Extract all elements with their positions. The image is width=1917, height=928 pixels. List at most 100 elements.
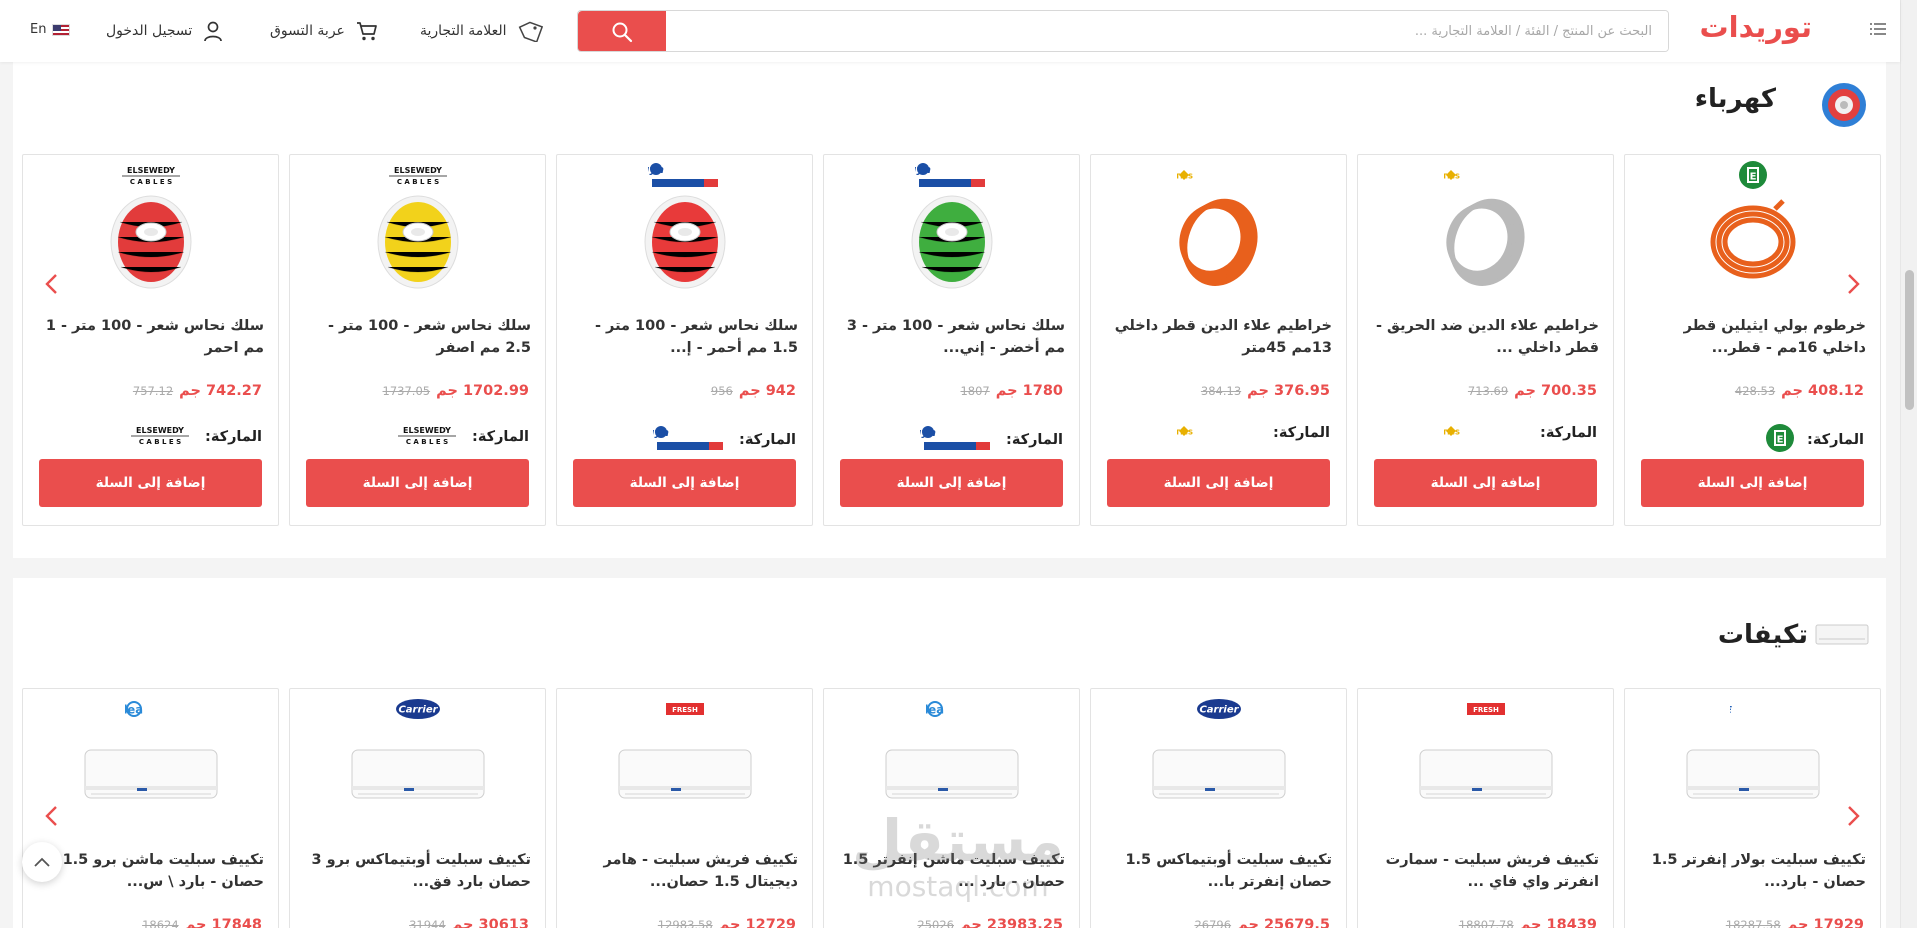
- svg-text:C A B L E S: C A B L E S: [139, 438, 181, 446]
- product-card[interactable]: Midea تكييف سبليت ماشن إنفرتر 1.5 حصان - …: [823, 688, 1080, 928]
- language-switcher[interactable]: En: [30, 22, 71, 37]
- brand-logo: GREE: [1625, 697, 1880, 721]
- product-image[interactable]: [557, 187, 812, 297]
- svg-text:C A B L E S: C A B L E S: [129, 178, 171, 186]
- product-image[interactable]: [824, 721, 1079, 831]
- brand-label: الماركة:: [739, 432, 796, 448]
- product-price: 23983.25 جم 25026: [917, 917, 1063, 928]
- product-name[interactable]: خراطيم علاء الدين قطر داخلي 13مم 45متر: [1105, 315, 1332, 359]
- product-card[interactable]: ALAA ELDIN PLASTICS خراطيم علاء الدين قطر…: [1090, 154, 1347, 526]
- product-card[interactable]: FRESH تكييف فريش سبليت - هامر ديجيتال 1.5…: [556, 688, 813, 928]
- product-card[interactable]: Carrier تكييف سبليت أوبتيماكس 1.5 حصان إن…: [1090, 688, 1347, 928]
- add-to-cart-button[interactable]: إضافة إلى السلة: [573, 459, 796, 507]
- product-name[interactable]: تكييف سبليت ماشن برو 1.5 حصان - بارد \ س…: [37, 849, 264, 893]
- current-price: 1702.99 جم: [436, 383, 529, 399]
- brand-logo: ALAA ELDIN PLASTICS: [1358, 163, 1613, 187]
- scrollbar-thumb[interactable]: [1905, 270, 1914, 410]
- tag-icon: [518, 21, 543, 42]
- add-to-cart-button[interactable]: إضافة إلى السلة: [1641, 459, 1864, 507]
- product-price: 1702.99 جم 1737.05: [383, 383, 529, 399]
- product-image[interactable]: [1091, 187, 1346, 297]
- product-card[interactable]: ELSEWEDY C A B L E S سلك نحاس شعر - 100 مت…: [289, 154, 546, 526]
- search-button[interactable]: [578, 11, 666, 51]
- carousel-next-arrow[interactable]: [1842, 804, 1866, 828]
- menu-icon[interactable]: [1869, 20, 1887, 38]
- product-card[interactable]: FRESH تكييف فريش سبليت - سمارت انفرتر واي…: [1357, 688, 1614, 928]
- login-link[interactable]: تسجيل الدخول: [106, 18, 224, 44]
- product-price: 18439 جم 18807.78: [1459, 917, 1597, 928]
- site-logo[interactable]: توريدات: [1700, 10, 1813, 44]
- cart-link[interactable]: عربة التسوق: [270, 18, 379, 44]
- product-image[interactable]: [1091, 721, 1346, 831]
- product-name[interactable]: سلك نحاس شعر - 100 متر - 3 مم أخضر - إني…: [838, 315, 1065, 359]
- product-card[interactable]: energya سلك نحاس شعر - 100 متر - 1.5 مم أ…: [556, 154, 813, 526]
- old-price: 956: [710, 384, 733, 398]
- svg-text:energya: energya: [915, 163, 931, 176]
- language-label: En: [30, 22, 47, 37]
- brand-badge: energya: [885, 423, 994, 457]
- product-name[interactable]: سلك نحاس شعر - 100 متر - 1.5 مم أحمر - إ…: [571, 315, 798, 359]
- add-to-cart-button[interactable]: إضافة إلى السلة: [840, 459, 1063, 507]
- carousel-prev-arrow[interactable]: [39, 272, 63, 296]
- svg-text:ELSEWEDY: ELSEWEDY: [403, 426, 451, 435]
- product-card[interactable]: ELSEWEDY C A B L E S سلك نحاس شعر - 100 مت…: [22, 154, 279, 526]
- product-card[interactable]: energya سلك نحاس شعر - 100 متر - 3 مم أخض…: [823, 154, 1080, 526]
- brand-logo: Carrier: [1091, 697, 1346, 721]
- product-name[interactable]: خراطيم علاء الدين ضد الحريق - قطر داخلي …: [1372, 315, 1599, 359]
- brand-row: الماركة: ELSEWEDY C A B L E S: [394, 423, 529, 451]
- product-image[interactable]: [290, 721, 545, 831]
- add-to-cart-button[interactable]: إضافة إلى السلة: [1107, 459, 1330, 507]
- product-image[interactable]: [1358, 187, 1613, 297]
- svg-text:ELSEWEDY: ELSEWEDY: [127, 166, 175, 175]
- section-title: تكيفات: [1717, 620, 1808, 650]
- chevron-up-icon: [34, 857, 50, 867]
- back-to-top-button[interactable]: [22, 842, 62, 882]
- current-price: 23983.25 جم: [959, 917, 1063, 928]
- product-name[interactable]: خرطوم بولي ايثيلين قطر داخلي 16مم - قطر.…: [1639, 315, 1866, 359]
- carousel-prev-arrow[interactable]: [39, 804, 63, 828]
- add-to-cart-button[interactable]: إضافة إلى السلة: [39, 459, 262, 507]
- product-name[interactable]: سلك نحاس شعر - 100 متر - 1 مم احمر: [37, 315, 264, 359]
- old-price: 18287.58: [1725, 918, 1781, 928]
- product-name[interactable]: تكييف سبليت بولار إنفرتر 1.5 حصان - بارد…: [1639, 849, 1866, 893]
- product-price: 942 جم 956: [711, 383, 796, 399]
- svg-text:FRESH: FRESH: [672, 706, 698, 714]
- top-header: توريدات العلامة التجارية عربة التسوق تسج…: [0, 0, 1900, 62]
- svg-text:ELSEWEDY: ELSEWEDY: [394, 166, 442, 175]
- brand-logo: Carrier: [290, 697, 545, 721]
- cart-icon: [356, 22, 377, 41]
- product-name[interactable]: تكييف سبليت ماشن إنفرتر 1.5 حصان - بارد …: [838, 849, 1065, 893]
- old-price: 18807.78: [1458, 918, 1514, 928]
- product-name[interactable]: تكييف سبليت أوبتيماكس 1.5 حصان إنفرتر با…: [1105, 849, 1332, 893]
- product-image[interactable]: [1358, 721, 1613, 831]
- brand-label: الماركة:: [1006, 432, 1063, 448]
- chevron-right-icon: [1848, 274, 1860, 294]
- brand-logo: ALAA ELDIN PLASTICS: [1091, 163, 1346, 187]
- old-price: 757.12: [132, 384, 174, 398]
- product-name[interactable]: سلك نحاس شعر - 100 متر - 2.5 مم اصفر: [304, 315, 531, 359]
- product-image[interactable]: [290, 187, 545, 297]
- product-card[interactable]: ALAA ELDIN PLASTICS خراطيم علاء الدين ضد …: [1357, 154, 1614, 526]
- current-price: 742.27 جم: [179, 383, 262, 399]
- product-image[interactable]: [824, 187, 1079, 297]
- product-image[interactable]: [557, 721, 812, 831]
- product-name[interactable]: تكييف سبليت أوبتيماكس برو 3 حصان بارد فق…: [304, 849, 531, 893]
- product-price: 30613 جم 31944: [409, 917, 529, 928]
- carousel-next-arrow[interactable]: [1842, 272, 1866, 296]
- brand-badge: ALAA ELDIN PLASTICS: [1373, 423, 1528, 443]
- product-card[interactable]: Carrier تكييف سبليت أوبتيماكس برو 3 حصان …: [289, 688, 546, 928]
- product-price: 742.27 جم 757.12: [133, 383, 262, 399]
- add-to-cart-button[interactable]: إضافة إلى السلة: [306, 459, 529, 507]
- brand-row: الماركة: ELSEWEDY C A B L E S: [127, 423, 262, 451]
- current-price: 376.95 جم: [1247, 383, 1330, 399]
- page-scrollbar[interactable]: [1900, 0, 1917, 928]
- product-name[interactable]: تكييف فريش سبليت - سمارت انفرتر واي فاي …: [1372, 849, 1599, 893]
- product-name[interactable]: تكييف فريش سبليت - هامر ديجيتال 1.5 حصان…: [571, 849, 798, 893]
- brand-badge: energya: [618, 423, 727, 457]
- current-price: 1780 جم: [995, 383, 1063, 399]
- brands-link[interactable]: العلامة التجارية: [420, 18, 543, 44]
- product-card[interactable]: E خرطوم بولي ايثيلين قطر داخلي 16مم - قطر…: [1624, 154, 1881, 526]
- add-to-cart-button[interactable]: إضافة إلى السلة: [1374, 459, 1597, 507]
- search-input[interactable]: [666, 11, 1668, 51]
- old-price: 384.13: [1200, 384, 1242, 398]
